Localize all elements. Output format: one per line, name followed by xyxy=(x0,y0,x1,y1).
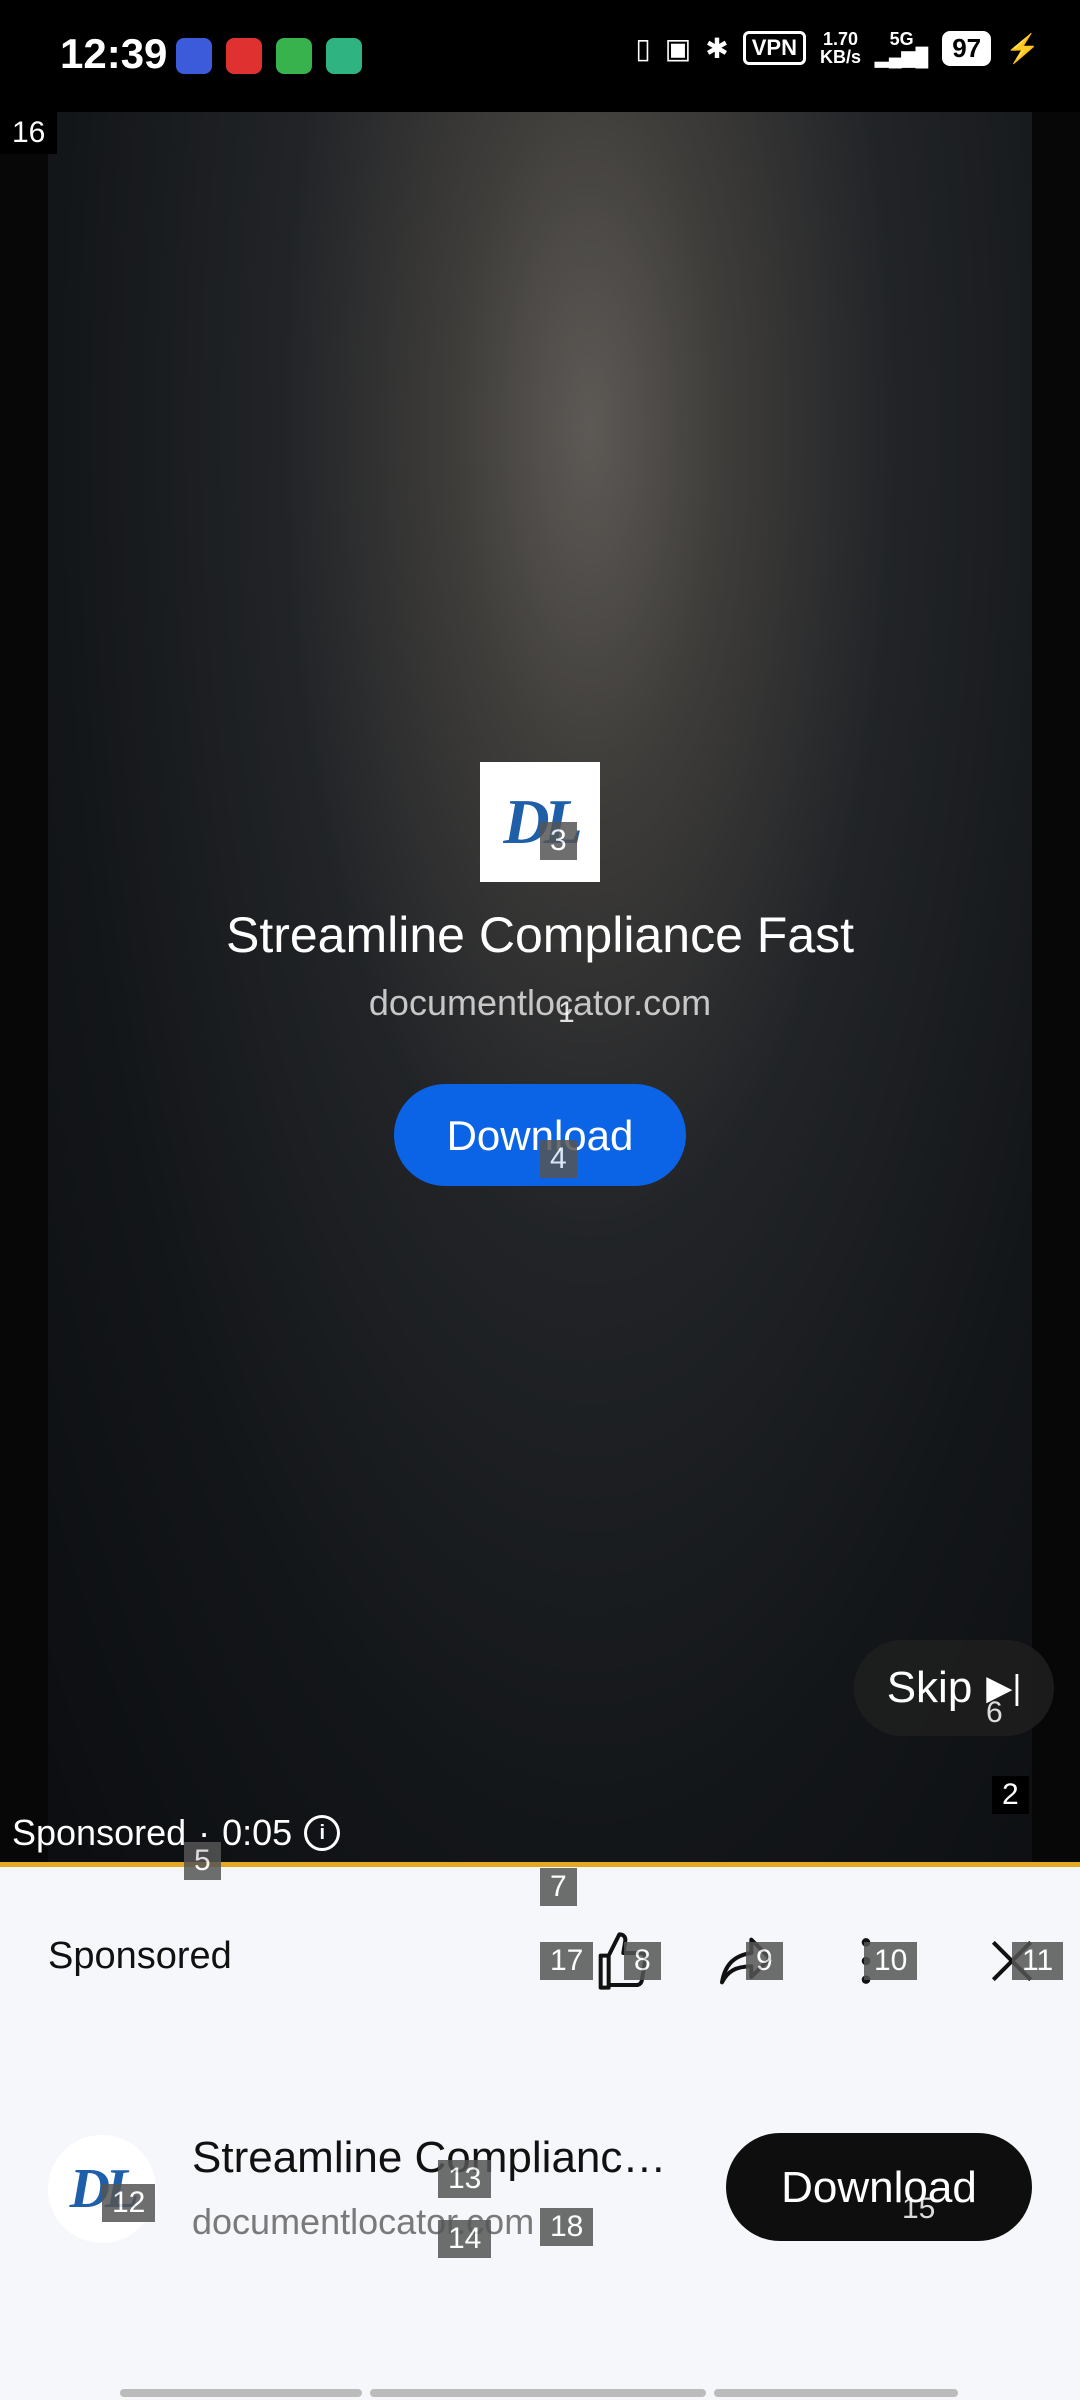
battery-level: 97 xyxy=(942,30,992,66)
marker-badge: 3 xyxy=(540,822,577,860)
video-player[interactable]: 16 DL Streamline Compliance Fast documen… xyxy=(0,112,1080,1864)
app-notification-icon xyxy=(276,38,312,74)
marker-badge: 8 xyxy=(624,1942,661,1980)
notification-icons xyxy=(176,38,362,74)
ad-domain[interactable]: documentlocator.com xyxy=(0,982,1080,1024)
marker-badge: 11 xyxy=(1012,1942,1064,1980)
signal-icon: 5G ▂▄▆█ xyxy=(875,29,929,67)
skip-label: Skip xyxy=(886,1663,973,1712)
ad-title[interactable]: Streamline Compliance Fast xyxy=(0,906,1080,964)
mail-notification-icon xyxy=(226,38,262,74)
app-notification-icon xyxy=(176,38,212,74)
marker-label: 2 xyxy=(992,1776,1029,1814)
sponsored-label: Sponsored xyxy=(12,1812,187,1853)
status-bar: 12:39 ▯ ▣ ✱ VPN 1.70 KB/s 5G ▂▄▆█ 97 ⚡ xyxy=(0,0,1080,112)
marker-badge: 14 xyxy=(438,2220,492,2258)
frame-marker: 16 xyxy=(0,112,58,154)
bluetooth-icon: ✱ xyxy=(705,32,729,64)
vpn-badge: VPN xyxy=(742,31,806,65)
download-button[interactable]: Download xyxy=(726,2133,1032,2241)
vibrate-icon: ▯ xyxy=(635,32,651,64)
page-indicators xyxy=(120,2389,958,2397)
marker-badge: 4 xyxy=(540,1140,577,1178)
ad-time-left: 0:05 xyxy=(222,1812,293,1853)
indicator xyxy=(370,2389,706,2397)
network-speed: 1.70 KB/s xyxy=(819,29,861,67)
info-icon[interactable]: i xyxy=(304,1815,341,1851)
system-icons: ▯ ▣ ✱ VPN 1.70 KB/s 5G ▂▄▆█ 97 ⚡ xyxy=(635,30,1040,66)
marker-badge: 5 xyxy=(184,1842,221,1880)
marker-badge: 9 xyxy=(746,1942,783,1980)
status-time: 12:39 xyxy=(60,30,168,77)
marker-badge: 10 xyxy=(864,1942,918,1980)
marker-badge: 17 xyxy=(540,1942,594,1980)
marker-badge: 7 xyxy=(540,1868,577,1906)
hotspot-notification-icon xyxy=(326,38,362,74)
marker-badge: 13 xyxy=(438,2160,492,2198)
marker-badge: 15 xyxy=(902,2192,936,2225)
indicator xyxy=(120,2389,362,2397)
marker-badge: 6 xyxy=(986,1696,1003,1729)
contact-icon: ▣ xyxy=(664,32,692,64)
indicator xyxy=(714,2389,958,2397)
ad-timer: Sponsored · 0:05 i xyxy=(12,1812,341,1854)
marker-badge: 1 xyxy=(558,996,575,1029)
ad-headline[interactable]: Streamline Compliance Fast xyxy=(192,2133,682,2183)
marker-badge: 12 xyxy=(102,2184,156,2222)
charging-icon: ⚡ xyxy=(1005,32,1040,64)
sponsored-label: Sponsored xyxy=(48,1935,232,1977)
skip-ad-button[interactable]: Skip ▶| xyxy=(854,1640,1054,1736)
marker-badge: 18 xyxy=(540,2208,594,2246)
